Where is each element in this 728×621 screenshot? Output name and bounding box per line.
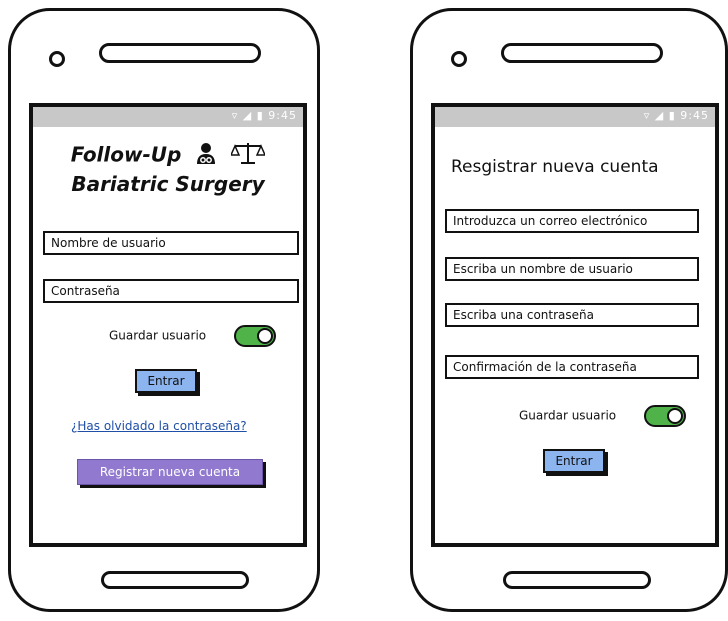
toggle-knob — [256, 328, 273, 344]
battery-icon: ▮ — [668, 109, 676, 122]
username-field[interactable]: Nombre de usuario — [43, 231, 299, 255]
enter-button[interactable]: Entrar — [135, 369, 197, 393]
login-screen: ▿ ◢ ▮ 9:45 Follow-Up Bariatric Surgery N… — [29, 103, 307, 547]
speaker-icon — [501, 43, 663, 63]
wifi-icon: ▿ — [231, 109, 239, 122]
status-icons: ▿ ◢ ▮ 9:45 — [232, 109, 297, 122]
phone-login: ▿ ◢ ▮ 9:45 Follow-Up Bariatric Surgery N… — [8, 8, 320, 612]
remember-toggle[interactable] — [233, 325, 276, 347]
remember-row: Guardar usuario — [109, 325, 276, 347]
remember-toggle[interactable] — [643, 405, 686, 427]
status-time: 9:45 — [680, 109, 709, 122]
status-icons: ▿ ◢ ▮ 9:45 — [644, 109, 709, 122]
status-bar: ▿ ◢ ▮ 9:45 — [33, 107, 303, 127]
doctor-icon — [194, 141, 218, 171]
app-title: Follow-Up Bariatric Surgery — [33, 141, 303, 197]
app-title-line1: Follow-Up — [70, 142, 182, 167]
camera-icon — [451, 51, 467, 67]
password-field[interactable]: Contraseña — [43, 279, 299, 303]
signal-icon: ◢ — [242, 109, 253, 122]
signal-icon: ◢ — [654, 109, 665, 122]
email-field[interactable]: Introduzca un correo electrónico — [445, 209, 699, 233]
enter-button[interactable]: Entrar — [543, 449, 605, 473]
status-time: 9:45 — [268, 109, 297, 122]
phone-register: ▿ ◢ ▮ 9:45 Resgistrar nueva cuenta Intro… — [410, 8, 728, 612]
speaker-icon — [99, 43, 261, 63]
home-button[interactable] — [503, 571, 651, 589]
scale-icon — [230, 141, 267, 171]
register-title: Resgistrar nueva cuenta — [451, 157, 659, 177]
register-screen: ▿ ◢ ▮ 9:45 Resgistrar nueva cuenta Intro… — [431, 103, 719, 547]
password-field[interactable]: Escriba una contraseña — [445, 303, 699, 327]
battery-icon: ▮ — [256, 109, 264, 122]
remember-label: Guardar usuario — [519, 408, 617, 423]
status-bar: ▿ ◢ ▮ 9:45 — [435, 107, 715, 127]
home-button[interactable] — [101, 571, 249, 589]
register-button[interactable]: Registrar nueva cuenta — [77, 459, 263, 485]
app-title-line2: Bariatric Surgery — [71, 172, 265, 196]
remember-row: Guardar usuario — [519, 405, 686, 427]
confirm-password-field[interactable]: Confirmación de la contraseña — [445, 355, 699, 379]
remember-label: Guardar usuario — [109, 328, 207, 343]
wifi-icon: ▿ — [643, 109, 651, 122]
toggle-knob — [666, 408, 683, 424]
username-field[interactable]: Escriba un nombre de usuario — [445, 257, 699, 281]
forgot-password-link[interactable]: ¿Has olvidado la contraseña? — [71, 419, 247, 433]
camera-icon — [49, 51, 65, 67]
